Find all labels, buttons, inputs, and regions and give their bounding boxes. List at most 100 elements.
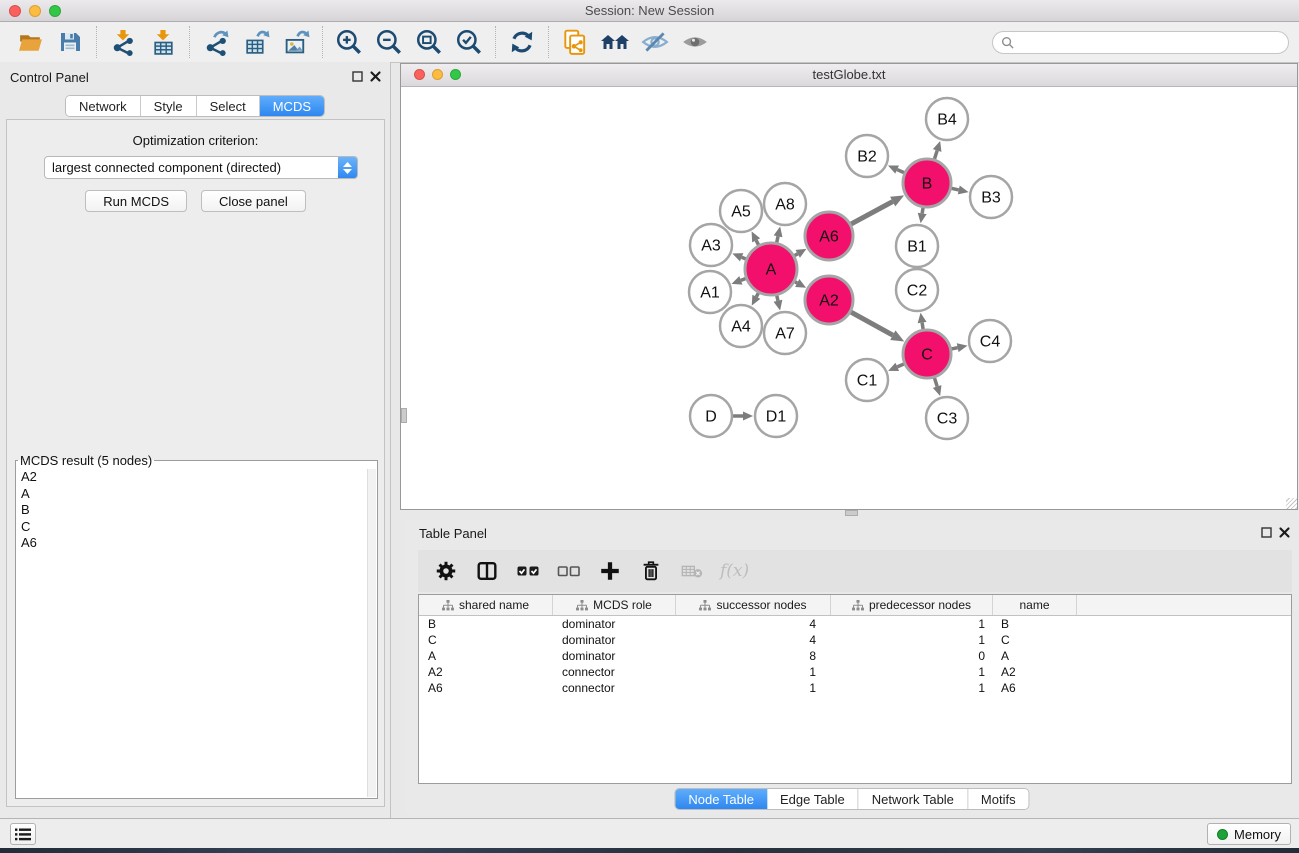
table-cell[interactable]: 4	[676, 633, 831, 647]
network-close-button[interactable]	[414, 69, 425, 80]
criterion-select[interactable]: largest connected component (directed)	[44, 156, 358, 179]
table-cell[interactable]: A6	[993, 681, 1077, 695]
tab-mcds[interactable]: MCDS	[260, 96, 324, 116]
graph-edge-C-C1[interactable]	[897, 364, 904, 367]
graph-edge-A2-C[interactable]	[851, 312, 893, 335]
table-row[interactable]: Cdominator41C	[419, 632, 1291, 648]
settings-gear-icon[interactable]	[433, 558, 459, 584]
graph-edge-B-B4[interactable]	[934, 150, 937, 159]
column-sort-icon[interactable]	[576, 600, 588, 611]
table-cell[interactable]: 4	[676, 617, 831, 631]
graph-edge-A-A8[interactable]	[777, 236, 778, 242]
table-cell[interactable]: connector	[553, 681, 676, 695]
graph-edge-A-A5[interactable]	[756, 240, 758, 245]
table-cell[interactable]: connector	[553, 665, 676, 679]
zoom-out-icon[interactable]	[369, 25, 409, 59]
table-cell[interactable]: A6	[419, 681, 553, 695]
memory-button[interactable]: Memory	[1207, 823, 1291, 845]
table-cell[interactable]: 1	[831, 681, 993, 695]
close-panel-button[interactable]: Close panel	[201, 190, 306, 212]
graph-edge-B-B1[interactable]	[922, 208, 923, 214]
network-minimize-button[interactable]	[432, 69, 443, 80]
task-history-button[interactable]	[10, 823, 36, 845]
delete-column-trash-icon[interactable]	[638, 558, 664, 584]
two-homes-icon[interactable]	[595, 25, 635, 59]
network-horizontal-scroll-thumb[interactable]	[845, 510, 858, 516]
table-cell[interactable]: dominator	[553, 617, 676, 631]
column-header-shared-name[interactable]: shared name	[419, 595, 553, 615]
graph-edge-A-A3[interactable]	[742, 257, 746, 259]
zoom-selected-icon[interactable]	[449, 25, 489, 59]
graph-edge-B-B3[interactable]	[951, 188, 958, 190]
float-table-panel-icon[interactable]	[1261, 527, 1272, 538]
mcds-result-item[interactable]: B	[21, 502, 377, 519]
export-table-icon[interactable]	[236, 25, 276, 59]
tab-select[interactable]: Select	[197, 96, 260, 116]
table-cell[interactable]: 0	[831, 649, 993, 663]
table-cell[interactable]: B	[993, 617, 1077, 631]
select-all-checkboxes-icon[interactable]	[515, 558, 541, 584]
graph-edge-C-C2[interactable]	[922, 323, 923, 330]
mcds-result-item[interactable]: A6	[21, 535, 377, 552]
graph-edge-A-A7[interactable]	[777, 295, 778, 300]
split-columns-icon[interactable]	[474, 558, 500, 584]
network-resize-grip[interactable]	[1286, 498, 1297, 509]
network-canvas[interactable]: AA1A3A5A8A6A4A7A2BB2B4B3B1CC2C4C1C3DD1	[401, 87, 1297, 509]
table-cell[interactable]: 1	[831, 633, 993, 647]
table-cell[interactable]: A	[993, 649, 1077, 663]
table-cell[interactable]: C	[993, 633, 1077, 647]
mcds-result-item[interactable]: A	[21, 486, 377, 503]
table-cell[interactable]: A2	[993, 665, 1077, 679]
column-header-successor-nodes[interactable]: successor nodes	[676, 595, 831, 615]
export-network-icon[interactable]	[196, 25, 236, 59]
graph-edge-A-A6[interactable]	[794, 254, 797, 256]
tab-network-table[interactable]: Network Table	[859, 789, 968, 809]
column-header-MCDS-role[interactable]: MCDS role	[553, 595, 676, 615]
run-mcds-button[interactable]: Run MCDS	[85, 190, 187, 212]
graph-edge-C-C4[interactable]	[951, 348, 957, 349]
tab-motifs[interactable]: Motifs	[968, 789, 1029, 809]
add-column-icon[interactable]	[597, 558, 623, 584]
refresh-view-icon[interactable]	[502, 25, 542, 59]
table-cell[interactable]: 8	[676, 649, 831, 663]
column-sort-icon[interactable]	[442, 600, 454, 611]
float-panel-icon[interactable]	[352, 71, 363, 82]
tab-network[interactable]: Network	[66, 96, 141, 116]
tab-style[interactable]: Style	[141, 96, 197, 116]
table-cell[interactable]: dominator	[553, 649, 676, 663]
mcds-result-item[interactable]: C	[21, 519, 377, 536]
close-panel-icon[interactable]	[370, 71, 381, 82]
import-network-icon[interactable]	[103, 25, 143, 59]
table-row[interactable]: Adominator80A	[419, 648, 1291, 664]
table-cell[interactable]: 1	[676, 665, 831, 679]
table-cell[interactable]: dominator	[553, 633, 676, 647]
network-vertical-scroll-thumb[interactable]	[401, 408, 407, 423]
column-sort-icon[interactable]	[852, 600, 864, 611]
table-cell[interactable]: 1	[831, 665, 993, 679]
hide-selected-eye-slash-icon[interactable]	[635, 25, 675, 59]
column-sort-icon[interactable]	[699, 600, 711, 611]
save-session-icon[interactable]	[50, 25, 90, 59]
graph-edge-A6-B[interactable]	[851, 202, 893, 225]
maximize-window-button[interactable]	[49, 5, 61, 17]
search-box[interactable]	[992, 31, 1289, 54]
table-cell[interactable]: 1	[831, 617, 993, 631]
search-input[interactable]	[1019, 36, 1269, 50]
mcds-result-item[interactable]: A2	[21, 469, 377, 486]
graph-edge-C-C3[interactable]	[934, 378, 937, 387]
zoom-fit-icon[interactable]	[409, 25, 449, 59]
tab-edge-table[interactable]: Edge Table	[767, 789, 859, 809]
graph-edge-A-A1[interactable]	[741, 279, 746, 281]
show-all-eye-icon[interactable]	[675, 25, 715, 59]
table-cell[interactable]: B	[419, 617, 553, 631]
result-scrollbar[interactable]	[367, 469, 376, 797]
table-cell[interactable]: A2	[419, 665, 553, 679]
table-cell[interactable]: C	[419, 633, 553, 647]
minimize-window-button[interactable]	[29, 5, 41, 17]
graph-edge-B-B2[interactable]	[897, 170, 904, 173]
close-window-button[interactable]	[9, 5, 21, 17]
column-header-name[interactable]: name	[993, 595, 1077, 615]
tab-node-table[interactable]: Node Table	[675, 789, 767, 809]
export-image-icon[interactable]	[276, 25, 316, 59]
close-table-panel-icon[interactable]	[1279, 527, 1290, 538]
